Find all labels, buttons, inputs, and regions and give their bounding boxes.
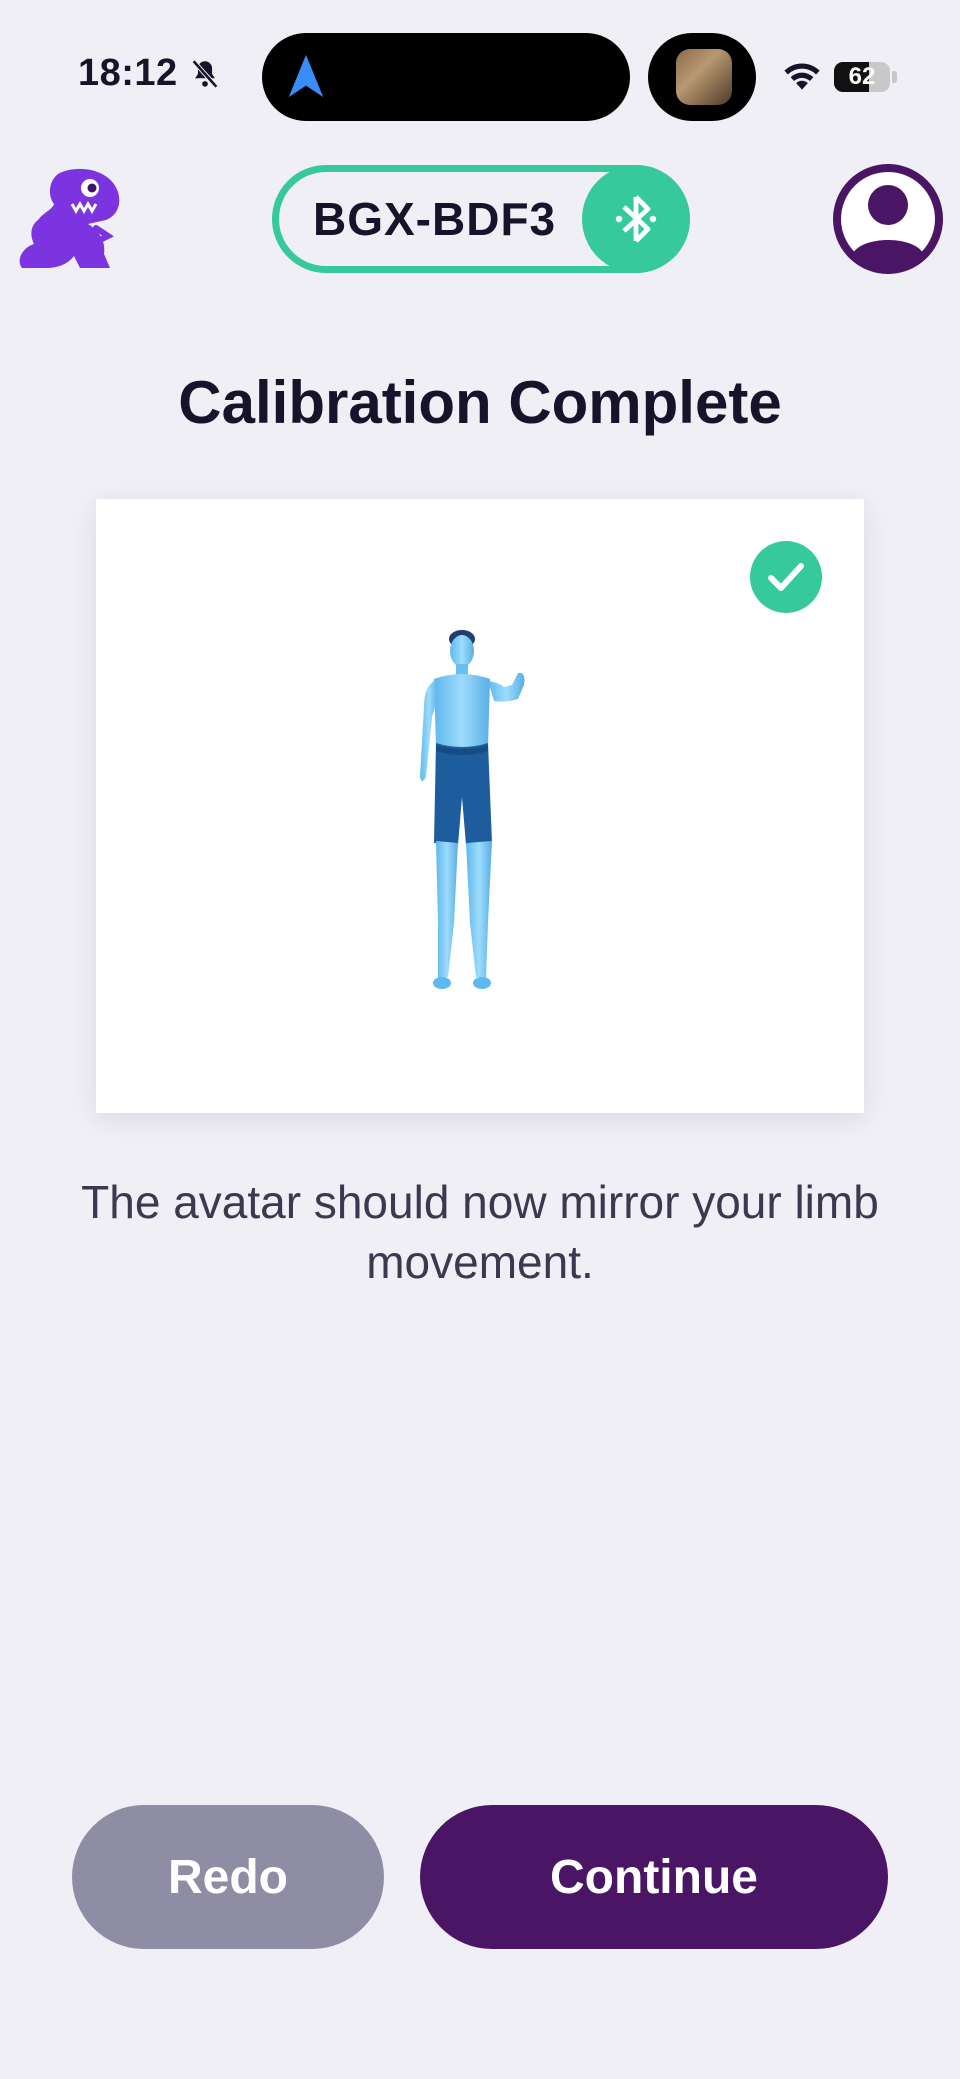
- check-circle-icon: [750, 541, 822, 613]
- battery-percent: 62: [848, 63, 876, 90]
- calibration-complete-screen: 18:12 62 BGX-BDF3 Calibration Complete T…: [0, 0, 960, 2079]
- bluetooth-icon: [615, 195, 657, 243]
- dino-logo-icon[interactable]: [18, 164, 126, 274]
- device-connection-pill[interactable]: BGX-BDF3: [272, 165, 690, 273]
- redo-button[interactable]: Redo: [72, 1805, 384, 1949]
- avatar-figure: [420, 630, 525, 989]
- continue-button[interactable]: Continue: [420, 1805, 888, 1949]
- user-profile-icon[interactable]: [832, 163, 944, 275]
- wifi-icon: [784, 63, 820, 90]
- page-title: Calibration Complete: [178, 369, 782, 436]
- now-playing-thumbnail: [676, 49, 732, 105]
- clock-label: 18:12: [78, 52, 178, 94]
- battery-terminal: [892, 71, 897, 83]
- status-bar-time: 18:12: [78, 52, 222, 95]
- battery-icon: 62: [834, 62, 890, 92]
- now-playing-indicator[interactable]: [648, 33, 756, 121]
- calibration-description: The avatar should now mirror your limb m…: [81, 1176, 879, 1288]
- device-name: BGX-BDF3: [313, 193, 557, 245]
- avatar-preview-card: [96, 499, 864, 1113]
- bluetooth-button[interactable]: [582, 165, 690, 273]
- dynamic-island: [262, 33, 630, 121]
- location-arrow-icon: [288, 54, 324, 98]
- bell-slash-icon: [191, 59, 218, 88]
